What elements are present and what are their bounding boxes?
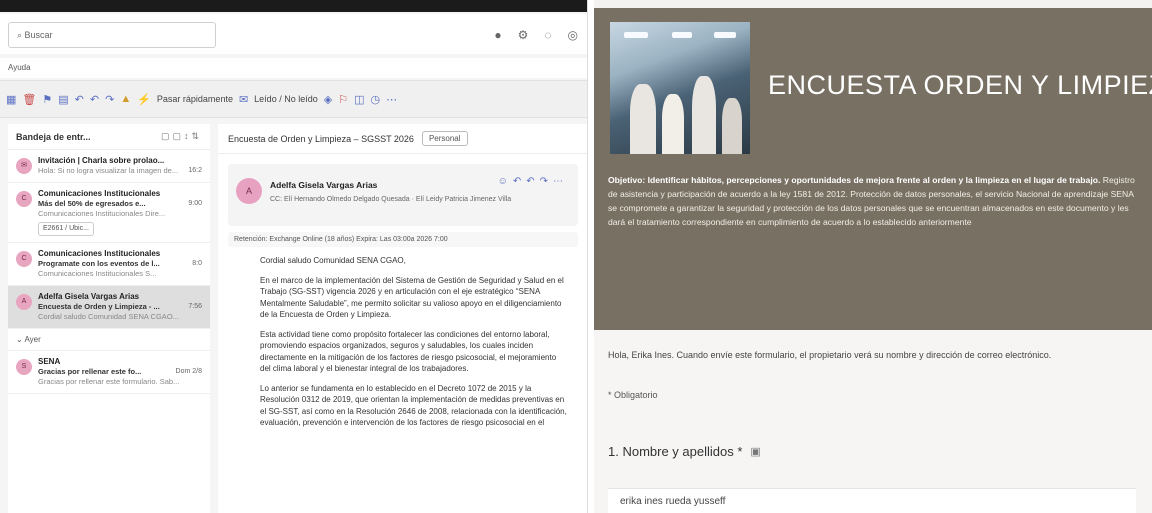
ribbon-toolbar: ▦ 🗑 ⚑ ▤ ↶ ↶ ↷ ▲ ⚡ Pasar rápidamente ✉ Le… xyxy=(0,80,587,118)
flag-icon[interactable]: ⚑ xyxy=(42,93,52,106)
search-row: ⌕ Buscar ● ⚙ ◌ ◎ xyxy=(0,14,587,54)
item-preview: Comunicaciones Institucionales S... xyxy=(38,269,157,278)
group-header-yesterday[interactable]: ⌄ Ayer xyxy=(8,329,210,351)
list-item[interactable]: ✉ Invitación | Charla sobre prolao... Ho… xyxy=(8,150,210,183)
reply-icon[interactable]: ↶ xyxy=(75,93,84,106)
top-icons: ● ⚙ ◌ ◎ xyxy=(494,28,578,42)
reply-all-icon[interactable]: ↶ xyxy=(90,93,99,106)
item-preview: Comunicaciones Institucionales Dire... xyxy=(38,209,166,218)
body-paragraph: En el marco de la implementación del Sis… xyxy=(260,275,564,320)
form-description: Objetivo: Identificar hábitos, percepcio… xyxy=(608,173,1140,229)
message-list: Bandeja de entr... ▢▢↕⇅ ✉ Invitación | C… xyxy=(8,124,210,513)
item-sender: Comunicaciones Institucionales xyxy=(38,249,161,258)
item-date: 8:0 xyxy=(192,260,202,267)
categorize-icon[interactable]: ◈ xyxy=(324,93,332,106)
item-subject: Encuesta de Orden y Limpieza - ... xyxy=(38,302,160,311)
settings-icon[interactable]: ⚙ xyxy=(518,28,529,42)
mail-client: ⌕ Buscar ● ⚙ ◌ ◎ Ayuda ▦ 🗑 ⚑ ▤ ↶ ↶ ↷ ▲ ⚡… xyxy=(0,0,588,513)
item-date: Dom 2/8 xyxy=(175,368,202,375)
more-icon[interactable]: ⋯ xyxy=(386,93,397,106)
form-banner: ENCUESTA ORDEN Y LIMPIEZA Objetivo: Iden… xyxy=(594,8,1152,330)
item-sender: SENA xyxy=(38,357,61,366)
forward-icon[interactable]: ↷ xyxy=(105,93,114,106)
sender-header: A Adelfa Gisela Vargas Arias CC: Elí Her… xyxy=(228,164,578,226)
quick-steps-icon[interactable]: ⚡ xyxy=(137,93,151,106)
read-unread-icon[interactable]: ✉ xyxy=(239,93,248,106)
question-1: 1. Nombre y apellidos * ▣ xyxy=(608,444,761,459)
question-1-label: 1. Nombre y apellidos * xyxy=(608,444,743,459)
snooze-icon[interactable]: ◷ xyxy=(370,93,380,106)
search-placeholder: Buscar xyxy=(24,30,53,40)
item-date: 9:00 xyxy=(188,200,202,207)
message-actions[interactable]: ☺↶↶↷⋯ xyxy=(498,176,568,187)
search-icon: ⌕ xyxy=(17,30,25,40)
screenshot-root: ⌕ Buscar ● ⚙ ◌ ◎ Ayuda ▦ 🗑 ⚑ ▤ ↶ ↶ ↷ ▲ ⚡… xyxy=(0,0,1152,513)
window-top-bar xyxy=(0,0,587,12)
avatar: C xyxy=(16,251,32,267)
body-paragraph: Esta actividad tiene como propósito fort… xyxy=(260,329,557,374)
help-icon[interactable]: ◎ xyxy=(568,28,578,42)
banner-photo xyxy=(610,22,750,154)
body-paragraph: Lo anterior se fundamenta en lo establec… xyxy=(260,383,567,428)
body-paragraph: Cordial saludo Comunidad SENA CGAO, xyxy=(260,256,406,265)
move-icon[interactable]: ▲ xyxy=(120,93,131,105)
objective-bold: Objetivo: Identificar hábitos, percepcio… xyxy=(608,175,1101,185)
avatar: C xyxy=(16,191,32,207)
form-body: Hola, Erika Ines. Cuando envíe este form… xyxy=(594,330,1152,513)
avatar: S xyxy=(16,359,32,375)
item-preview: Gracias por rellenar este formulario. Sa… xyxy=(38,377,180,386)
group-label: Ayer xyxy=(24,335,41,344)
reader-title-row: Encuesta de Orden y Limpieza – SGSST 202… xyxy=(218,124,587,154)
menu-ayuda[interactable]: Ayuda xyxy=(8,63,31,72)
item-preview: Cordial saludo Comunidad SENA CGAO... xyxy=(38,312,179,321)
immersive-reader-icon[interactable]: ▣ xyxy=(750,445,760,458)
survey-form: ENCUESTA ORDEN Y LIMPIEZA Objetivo: Iden… xyxy=(594,0,1152,513)
read-unread-label[interactable]: Leído / No leído xyxy=(254,94,318,104)
sender-avatar: A xyxy=(236,178,262,204)
form-title: ENCUESTA ORDEN Y LIMPIEZA xyxy=(768,70,1152,100)
list-header: Bandeja de entr... ▢▢↕⇅ xyxy=(8,124,210,150)
new-mail-icon[interactable]: ▦ xyxy=(6,93,16,106)
message-body: Cordial saludo Comunidad SENA CGAO, En e… xyxy=(218,247,587,429)
bell-icon[interactable]: ◌ xyxy=(544,28,551,42)
menu-row: Ayuda xyxy=(0,58,587,78)
delete-icon[interactable]: 🗑 xyxy=(22,93,36,106)
category-tag[interactable]: Personal xyxy=(421,131,468,146)
inbox-title[interactable]: Bandeja de entr... xyxy=(16,132,91,142)
list-item[interactable]: S SENA Gracias por rellenar este fo... G… xyxy=(8,351,210,394)
retention-notice: Retención: Exchange Online (18 años) Exp… xyxy=(228,232,578,247)
lightbulb-icon[interactable]: ● xyxy=(494,28,501,42)
avatar: ✉ xyxy=(16,158,32,174)
sender-name[interactable]: Adelfa Gisela Vargas Arias xyxy=(270,180,377,190)
item-subject: Más del 50% de egresados e... xyxy=(38,199,146,208)
message-subject: Encuesta de Orden y Limpieza – SGSST 202… xyxy=(228,133,414,144)
name-input-value: erika ines rueda yusseff xyxy=(620,496,726,507)
attachment-chip[interactable]: E2661 / Ubic... xyxy=(38,222,94,236)
filter-icon[interactable]: ▢▢↕⇅ xyxy=(161,131,202,142)
name-input[interactable]: erika ines rueda yusseff xyxy=(608,488,1136,513)
avatar: A xyxy=(16,294,32,310)
list-item-selected[interactable]: A Adelfa Gisela Vargas Arias Encuesta de… xyxy=(8,286,210,329)
list-item[interactable]: C Comunicaciones Institucionales Program… xyxy=(8,243,210,286)
item-date: 7:56 xyxy=(188,303,202,310)
item-sender: Invitación | Charla sobre prolao... xyxy=(38,156,165,165)
item-subject: Programate con los eventos de l... xyxy=(38,259,160,268)
item-sender: Adelfa Gisela Vargas Arias xyxy=(38,292,140,301)
pin-icon[interactable]: ◫ xyxy=(354,93,364,106)
archive-icon[interactable]: ▤ xyxy=(58,93,68,106)
greeting-text: Hola, Erika Ines. Cuando envíe este form… xyxy=(608,350,1052,360)
item-sender: Comunicaciones Institucionales xyxy=(38,189,161,198)
reading-pane: Encuesta de Orden y Limpieza – SGSST 202… xyxy=(218,124,587,513)
flag-followup-icon[interactable]: ⚐ xyxy=(338,93,348,106)
search-input[interactable]: ⌕ Buscar xyxy=(8,22,216,48)
list-item[interactable]: C Comunicaciones Institucionales Más del… xyxy=(8,183,210,243)
required-note: * Obligatorio xyxy=(608,390,658,400)
cc-recipients[interactable]: CC: Elí Hernando Olmedo Delgado Quesada … xyxy=(270,196,511,203)
quick-steps-label[interactable]: Pasar rápidamente xyxy=(157,94,233,104)
item-date: 16:2 xyxy=(188,167,202,174)
item-preview: Hola: Si no logra visualizar la imagen d… xyxy=(38,166,179,175)
